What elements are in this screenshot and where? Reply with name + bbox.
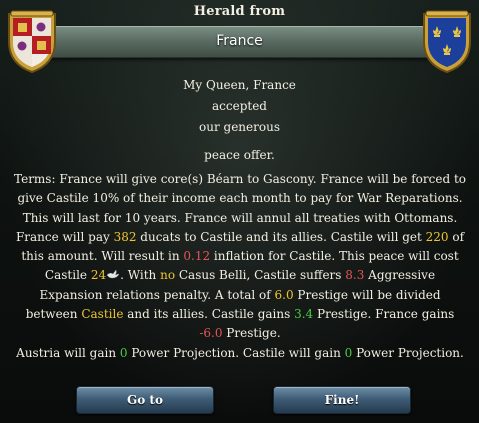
terms-text: Austria will gain [16,345,120,360]
peace-terms: Terms: France will give core(s) Béarn to… [14,170,466,363]
terms-text: Power Projection. Castile will gain [127,345,345,360]
inflation-value: 0.12 [183,249,211,264]
castile-share-value: 220 [425,229,449,244]
peace-cost-value: 24 [90,268,107,283]
message-line-4: peace offer. [204,148,275,162]
dove-icon [106,269,120,279]
dialog-title: Herald from [193,4,286,19]
country-name: France [216,33,263,49]
france-prestige-value: -6.0 [199,326,223,341]
fine-button[interactable]: Fine! [273,386,411,414]
terms-text: ducats to Castile and its allies. Castil… [136,229,426,244]
message-line-2: accepted [212,99,267,113]
terms-text: and its allies. Castile gains [123,307,295,322]
terms-text: Casus Belli, Castile suffers [175,268,346,283]
message-line-3: our generous [199,120,280,134]
goto-button[interactable]: Go to [76,386,214,414]
message-line-1: My Queen, France [183,78,296,92]
ducats-value: 382 [113,229,137,244]
aggressive-expansion-value: 8.3 [345,268,365,283]
prestige-total-value: 6.0 [274,287,294,302]
terms-text: Prestige. France gains [313,307,455,322]
castile-coat-of-arms-icon[interactable] [3,8,61,74]
terms-text: . With [120,268,161,283]
france-fleur-de-lis-icon[interactable] [418,8,476,74]
terms-text: Power Projection. [352,345,464,360]
casus-belli-value: no [160,268,176,283]
austria-power-projection-value: 0 [119,345,128,360]
terms-text: Prestige. [222,326,281,341]
castile-link[interactable]: Castile [81,307,123,321]
castile-prestige-value: 3.4 [294,307,314,322]
